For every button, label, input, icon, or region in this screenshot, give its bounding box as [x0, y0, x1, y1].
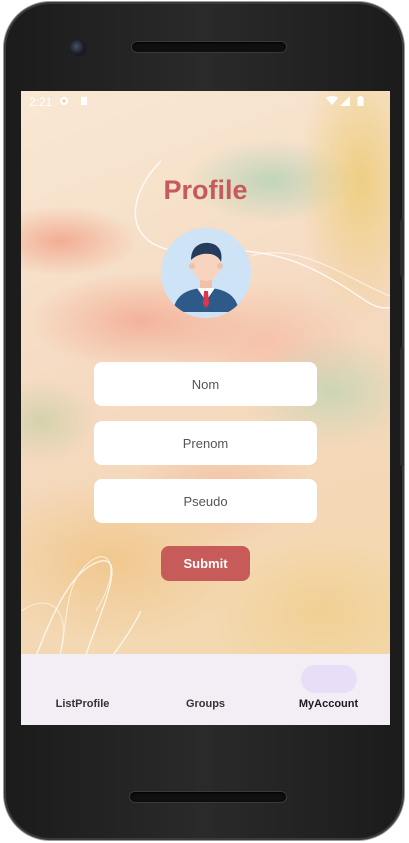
nom-input[interactable]: [94, 362, 317, 406]
nav-item-myaccount[interactable]: MyAccount: [267, 654, 390, 725]
nav-label-listprofile: ListProfile: [55, 698, 110, 710]
nav-label-myaccount: MyAccount: [298, 698, 359, 710]
signal-icon: [340, 96, 350, 106]
volume-button: [400, 220, 404, 276]
list-icon: [55, 665, 111, 693]
nav-item-listprofile[interactable]: ListProfile: [21, 654, 144, 725]
account-icon: [300, 665, 357, 693]
bottom-speaker: [130, 792, 286, 802]
wifi-icon: [326, 96, 338, 105]
user-avatar-icon: [161, 228, 251, 318]
settings-icon: [60, 97, 68, 105]
nav-label-groups: Groups: [185, 698, 226, 710]
power-button: [400, 348, 404, 466]
battery-icon: [357, 96, 364, 106]
page-title: Profile: [163, 175, 248, 205]
submit-button[interactable]: Submit: [161, 546, 250, 581]
avatar[interactable]: [161, 228, 251, 318]
app-screen: 2:21 Profile Sub: [21, 91, 390, 725]
prenom-input[interactable]: [94, 421, 317, 465]
groups-icon: [178, 665, 234, 693]
nav-item-groups[interactable]: Groups: [144, 654, 267, 725]
bottom-navigation: ListProfile Groups MyAccount: [21, 654, 390, 725]
top-speaker: [132, 42, 286, 52]
status-bar: 2:21: [21, 91, 390, 113]
status-time: 2:21: [29, 95, 53, 109]
sd-card-icon: [81, 97, 87, 105]
front-camera: [70, 40, 86, 56]
pseudo-input[interactable]: [94, 479, 317, 523]
